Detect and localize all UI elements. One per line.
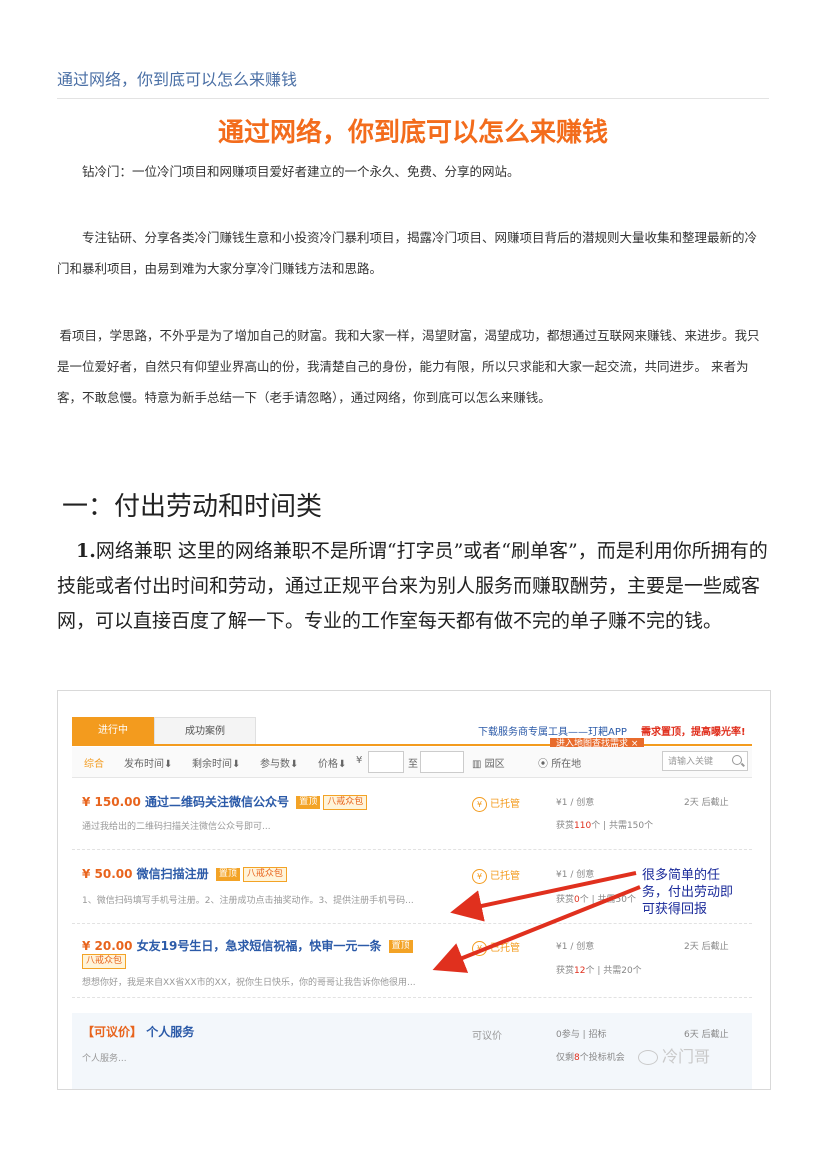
location-label: 所在地 — [551, 759, 582, 770]
watermark: 冷门哥 — [638, 1043, 710, 1067]
task-reward: 0参与 | 招标 — [556, 1030, 607, 1040]
escrow-icon: ¥ — [472, 868, 487, 884]
section-body: 1.网络兼职 这里的网络兼职不是所谓“打字员”或者“刷单客”，而是利用你所拥有的… — [57, 534, 769, 639]
status-label: 已托管 — [490, 943, 520, 954]
task-badge-row: 八戒众包 — [82, 954, 127, 969]
task-deadline: 2天 后截止 — [684, 798, 729, 808]
task-price: 【可议价】 — [82, 1025, 143, 1039]
document-header-title: 通过网络，你到底可以怎么来赚钱 — [57, 70, 298, 89]
task-status: ¥ 已托管 — [472, 867, 520, 884]
task-stat: 仅剩8个投标机会 — [556, 1050, 625, 1063]
task-desc: 个人服务... — [82, 1054, 127, 1064]
task-price: ¥ 150.00 — [82, 795, 141, 809]
filter-remaining-time[interactable]: 剩余时间⬇ — [192, 755, 240, 770]
filter-price[interactable]: 价格⬇ — [318, 755, 346, 770]
task-stat: 获赏0个 | 共需50个 — [556, 892, 636, 905]
task-desc: 1、微信扫码填写手机号注册。2、注册成功点击抽奖动作。3、提供注册手机号码... — [82, 896, 414, 906]
filter-location[interactable]: ⦿ 所在地 — [538, 755, 581, 770]
task-row[interactable]: ¥ 20.00 女友19号生日，急求短信祝福，快审一元一条 置顶 八戒众包 想想… — [72, 925, 752, 998]
status-label: 已托管 — [490, 799, 520, 810]
stat-prefix: 仅剩 — [556, 1053, 575, 1063]
header-divider — [57, 98, 769, 99]
stat-prefix: 获赏 — [556, 966, 575, 976]
task-desc: 通过我给出的二维码扫描关注微信公众号即可... — [82, 822, 271, 832]
filter-bar: 综合 发布时间⬇ 剩余时间⬇ 参与数⬇ 价格⬇ ¥ 至 ▥ 园区 ⦿ 所在地 请… — [72, 747, 752, 778]
task-status: ¥ 已托管 — [472, 795, 520, 812]
stat-count: 110 — [574, 821, 592, 831]
park-label: 园区 — [484, 759, 505, 770]
task-price-title: ¥ 50.00 微信扫描注册 置顶 八戒众包 — [82, 865, 287, 882]
filter-overall[interactable]: 综合 — [84, 755, 104, 770]
stat-suffix: 个 | 共需20个 — [585, 966, 642, 976]
task-price-title: ¥ 20.00 女友19号生日，急求短信祝福，快审一元一条 置顶 — [82, 937, 413, 954]
wechat-icon — [638, 1050, 658, 1065]
annotation-line: 务，付出劳动即 — [642, 885, 734, 900]
tab-in-progress[interactable]: 进行中 — [72, 717, 154, 744]
watermark-text: 冷门哥 — [662, 1047, 711, 1066]
task-status: ¥ 已托管 — [472, 939, 520, 956]
intro-paragraph: 钻冷门：一位冷门项目和网赚项目爱好者建立的一个永久、免费、分享的网站。 — [82, 164, 520, 179]
task-reward: ¥1 / 创意 — [556, 870, 595, 880]
stat-suffix: 个 | 共需150个 — [591, 821, 654, 831]
stat-suffix: 个投标机会 — [579, 1053, 625, 1063]
embedded-screenshot: 进行中 成功案例 下载服务商专属工具——玎耙APP 需求置顶，提高曝光率! 进入… — [57, 690, 771, 1090]
task-price: ¥ 50.00 — [82, 867, 133, 881]
task-deadline: 6天 后截止 — [684, 1030, 729, 1040]
stat-suffix: 个 | 共需50个 — [579, 895, 636, 905]
annotation-note: 很多简单的任 务，付出劳动即 可获得回报 — [642, 867, 733, 918]
badge-crowdsource: 八戒众包 — [242, 867, 287, 882]
search-placeholder: 请输入关键 — [668, 757, 714, 767]
search-icon[interactable] — [732, 755, 742, 765]
filter-publish-time[interactable]: 发布时间⬇ — [124, 755, 172, 770]
escrow-icon: ¥ — [472, 796, 487, 812]
task-title[interactable]: 女友19号生日，急求短信祝福，快审一元一条 — [137, 939, 382, 953]
task-reward: ¥1 / 创意 — [556, 942, 595, 952]
badge-pinned: 置顶 — [215, 868, 240, 881]
annotation-line: 可获得回报 — [642, 902, 708, 917]
task-row[interactable]: ¥ 150.00 通过二维码关注微信公众号 置顶 八戒众包 通过我给出的二维码扫描… — [72, 781, 752, 850]
section-number: 1. — [76, 540, 96, 562]
task-title[interactable]: 个人服务 — [146, 1025, 194, 1039]
price-to-label: 至 — [408, 759, 418, 770]
section-heading: 一：付出劳动和时间类 — [62, 492, 323, 522]
tabs-underline — [72, 744, 752, 746]
filter-participants[interactable]: 参与数⬇ — [260, 755, 298, 770]
task-reward: ¥1 / 创意 — [556, 798, 595, 808]
task-price: ¥ 20.00 — [82, 939, 133, 953]
badge-crowdsource: 八戒众包 — [323, 795, 368, 810]
tab-success-cases[interactable]: 成功案例 — [154, 717, 256, 744]
task-title[interactable]: 微信扫描注册 — [137, 867, 209, 881]
stat-count: 12 — [574, 966, 586, 976]
task-desc: 想想你好，我是来自XX省XX市的XX，祝你生日快乐，你的哥哥让我告诉你他很用..… — [82, 978, 416, 988]
focus-paragraph: 专注钻研、分享各类冷门赚钱生意和小投资冷门暴利项目，揭露冷门项目、网赚项目背后的… — [57, 230, 758, 276]
filter-park[interactable]: ▥ 园区 — [472, 755, 505, 770]
badge-crowdsource: 八戒众包 — [82, 954, 127, 969]
task-stat: 获赏110个 | 共需150个 — [556, 818, 653, 831]
status-label: 已托管 — [490, 871, 520, 882]
article-title: 通过网络，你到底可以怎么来赚钱 — [217, 118, 608, 148]
task-title[interactable]: 通过二维码关注微信公众号 — [145, 795, 289, 809]
motivation-paragraph: 看项目，学思路，不外乎是为了增加自己的财富。我和大家一样，渴望财富，渴望成功，都… — [57, 328, 760, 405]
badge-pinned: 置顶 — [388, 940, 413, 953]
app-promo-link[interactable]: 下载服务商专属工具——玎耙APP — [478, 723, 627, 738]
stat-prefix: 获赏 — [556, 895, 575, 905]
price-min-input[interactable] — [368, 751, 404, 773]
task-deadline: 2天 后截止 — [684, 942, 729, 952]
price-currency-label: ¥ — [356, 755, 363, 766]
annotation-line: 很多简单的任 — [642, 868, 721, 883]
task-status: 可议价 — [472, 1031, 502, 1042]
section-text: 网络兼职 这里的网络兼职不是所谓“打字员”或者“刷单客”，而是利用你所拥有的技能… — [57, 540, 768, 632]
pin-promo-link[interactable]: 需求置顶，提高曝光率! — [641, 723, 746, 738]
badge-pinned: 置顶 — [296, 796, 321, 809]
price-max-select[interactable] — [420, 751, 464, 773]
task-stat: 获赏12个 | 共需20个 — [556, 963, 642, 976]
search-input[interactable]: 请输入关键 — [662, 751, 748, 771]
stat-prefix: 获赏 — [556, 821, 575, 831]
task-price-title: 【可议价】 个人服务 — [82, 1023, 194, 1040]
escrow-icon: ¥ — [472, 940, 487, 956]
task-price-title: ¥ 150.00 通过二维码关注微信公众号 置顶 八戒众包 — [82, 793, 368, 810]
